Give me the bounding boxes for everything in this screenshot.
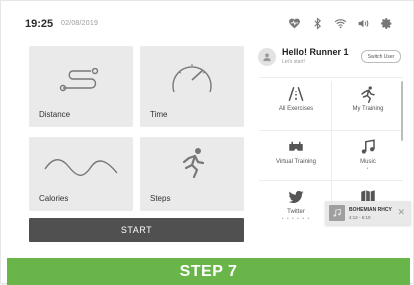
app-music[interactable]: Music • <box>335 132 401 184</box>
app-label: Virtual Training <box>276 159 316 165</box>
app-my-training[interactable]: My Training <box>335 79 401 131</box>
calories-tile[interactable]: Calories <box>29 137 133 211</box>
twitter-icon <box>288 190 304 204</box>
divider <box>331 81 332 221</box>
start-button[interactable]: START <box>29 218 244 242</box>
pager-dots: • <box>366 166 370 172</box>
step-banner: STEP 7 <box>7 258 410 285</box>
steps-label: Steps <box>150 194 171 203</box>
time-label: Time <box>150 110 168 119</box>
app-twitter[interactable]: Twitter • • • • • • <box>263 182 329 234</box>
music-note-icon <box>361 139 375 154</box>
steps-tile[interactable]: Steps <box>140 137 244 211</box>
frame: 19:25 02/08/2019 Distance Time Calories … <box>0 0 414 285</box>
close-icon[interactable]: ✕ <box>397 207 405 217</box>
time-tile[interactable]: Time <box>140 46 244 127</box>
pager-dots: • • • • • • <box>281 216 311 222</box>
bluetooth-icon[interactable] <box>311 17 324 30</box>
app-all-exercises[interactable]: All Exercises <box>263 79 329 131</box>
status-icons <box>288 17 393 30</box>
app-label: Twitter <box>287 209 305 215</box>
vr-headset-icon <box>289 141 303 151</box>
user-icon <box>263 53 271 62</box>
album-art <box>329 205 345 221</box>
runner-icon <box>182 148 205 179</box>
all-exercises-icon <box>288 87 304 101</box>
switch-user-button[interactable]: Switch User <box>361 50 401 63</box>
distance-label: Distance <box>39 110 71 119</box>
track-time: 4:12 - 6:10 <box>349 215 371 220</box>
heart-rate-icon[interactable] <box>288 17 301 30</box>
greeting-subtitle: Let's start! <box>282 59 305 65</box>
scrollbar[interactable] <box>401 81 403 141</box>
clock: 19:25 <box>25 18 54 30</box>
wave-icon <box>44 159 118 176</box>
route-icon <box>59 68 99 92</box>
app-label: My Training <box>352 106 384 112</box>
app-virtual-training[interactable]: Virtual Training <box>263 132 329 184</box>
now-playing-notification[interactable]: BOHEMIAN RHCY 4:12 - 6:10 ✕ <box>325 201 411 225</box>
date: 02/08/2019 <box>61 20 99 27</box>
music-note-icon <box>333 208 341 217</box>
wifi-icon[interactable] <box>334 17 347 30</box>
user-profile: Hello! Runner 1 Let's start! Switch User <box>257 44 401 74</box>
distance-tile[interactable]: Distance <box>29 46 133 127</box>
greeting: Hello! Runner 1 <box>282 47 349 57</box>
volume-icon[interactable] <box>357 17 370 30</box>
calories-label: Calories <box>39 194 69 203</box>
app-label: All Exercises <box>278 106 314 112</box>
runner-icon <box>361 86 375 103</box>
status-bar: 19:25 02/08/2019 <box>19 11 399 37</box>
avatar[interactable] <box>258 48 276 66</box>
gauge-icon <box>172 64 212 93</box>
track-title: BOHEMIAN RHCY <box>349 207 392 213</box>
app-label: Music <box>360 159 376 165</box>
divider <box>259 77 403 78</box>
settings-icon[interactable] <box>380 17 393 30</box>
